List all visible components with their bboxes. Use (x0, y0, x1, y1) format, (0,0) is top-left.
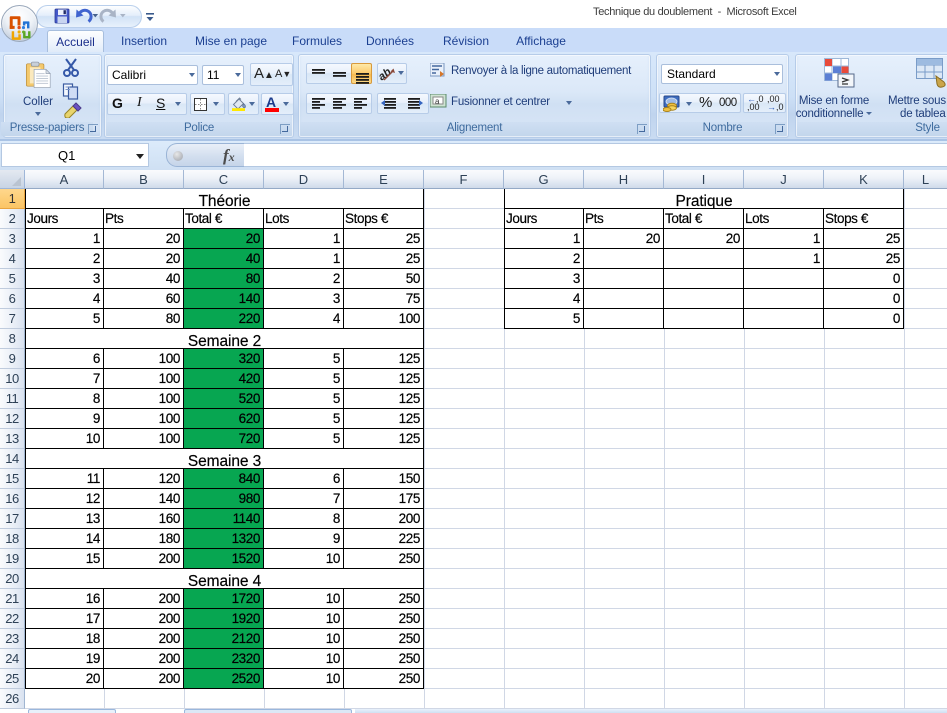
svg-text:ab: ab (379, 66, 394, 83)
svg-text:a: a (435, 97, 440, 106)
